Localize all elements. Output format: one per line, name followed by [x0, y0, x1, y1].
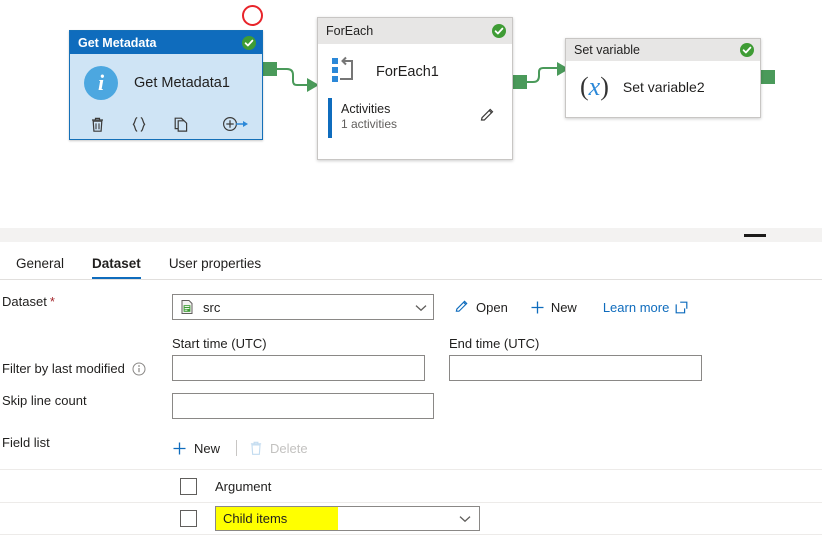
variable-x-icon: (x) — [580, 72, 609, 101]
new-dataset-button[interactable]: New — [530, 300, 577, 315]
dataset-label: Dataset * — [2, 294, 55, 309]
field-list-item-row: Child items — [0, 502, 822, 535]
delete-icon[interactable] — [84, 113, 110, 135]
panel-splitter[interactable] — [0, 228, 822, 242]
node-header: Set variable — [566, 39, 760, 61]
pencil-icon[interactable] — [479, 107, 496, 127]
trash-icon — [249, 440, 263, 456]
row-checkbox[interactable] — [180, 510, 197, 527]
external-link-icon — [675, 301, 688, 314]
open-dataset-button[interactable]: Open — [454, 299, 508, 315]
activity-name: Set variable2 — [622, 79, 705, 95]
dataset-form: Dataset * src Open New Learn more Filter… — [0, 280, 822, 535]
pipeline-canvas[interactable]: Get Metadata i Get Metadata1 ForEach For… — [0, 0, 822, 228]
activities-title: Activities — [341, 102, 391, 116]
add-output-icon[interactable] — [222, 113, 248, 135]
activity-name: ForEach1 — [376, 63, 439, 80]
field-list-label: Field list — [2, 435, 50, 450]
field-list-actions: New Delete — [172, 435, 312, 461]
foreach-activities-card[interactable]: Activities 1 activities — [328, 98, 502, 138]
field-list-new-button[interactable]: New — [172, 441, 224, 456]
plus-icon — [530, 300, 545, 315]
activity-node-get-metadata[interactable]: Get Metadata i Get Metadata1 — [69, 30, 263, 140]
dataset-select[interactable]: src — [172, 294, 434, 320]
chevron-down-icon — [459, 511, 471, 526]
panel-tabs: General Dataset User properties — [0, 242, 822, 280]
end-time-input[interactable] — [449, 355, 702, 381]
collapse-handle[interactable] — [744, 234, 766, 237]
clone-icon[interactable] — [168, 113, 194, 135]
dataset-row: Dataset * src Open New Learn more — [0, 294, 822, 322]
info-icon[interactable] — [132, 362, 146, 376]
node-type-label: ForEach — [326, 24, 374, 38]
dataset-file-icon — [179, 299, 195, 315]
dataset-actions: Open New Learn more — [454, 294, 688, 320]
argument-select[interactable]: Child items — [215, 506, 480, 531]
start-time-label: Start time (UTC) — [172, 336, 267, 351]
annotation-red-circle — [242, 5, 263, 26]
pencil-icon — [454, 299, 470, 315]
tab-general[interactable]: General — [2, 256, 78, 280]
dataset-value: src — [203, 299, 221, 315]
code-braces-icon[interactable] — [126, 113, 152, 135]
output-port-foreach[interactable] — [513, 75, 527, 89]
status-success-icon — [242, 35, 256, 50]
output-port-getmetadata[interactable] — [263, 62, 277, 76]
select-all-checkbox[interactable] — [180, 477, 197, 495]
chevron-down-icon — [415, 300, 427, 315]
status-success-icon — [492, 24, 506, 38]
info-circle-icon: i — [84, 66, 118, 100]
divider — [236, 440, 238, 456]
node-type-label: Get Metadata — [78, 35, 157, 50]
foreach-loop-icon — [332, 56, 358, 87]
required-asterisk: * — [49, 294, 55, 309]
filter-last-modified-row: Filter by last modified Start time (UTC)… — [0, 336, 822, 381]
field-list-row: Field list New Delete — [0, 435, 822, 463]
end-time-group: End time (UTC) — [449, 336, 702, 381]
output-port-setvariable[interactable] — [761, 70, 775, 84]
activity-name: Get Metadata1 — [134, 75, 230, 91]
tab-dataset[interactable]: Dataset — [78, 256, 155, 280]
node-toolbar — [70, 113, 262, 135]
tab-user-properties[interactable]: User properties — [155, 256, 275, 280]
field-list-header-row: Argument — [0, 469, 822, 502]
plus-icon — [172, 441, 187, 456]
skip-line-count-label: Skip line count — [2, 393, 87, 408]
node-type-label: Set variable — [574, 43, 641, 57]
node-header: ForEach — [318, 18, 512, 44]
argument-value: Child items — [216, 507, 338, 530]
start-time-group: Start time (UTC) — [172, 336, 425, 381]
start-time-input[interactable] — [172, 355, 425, 381]
skip-line-count-row: Skip line count — [0, 393, 822, 421]
activity-node-foreach[interactable]: ForEach ForEach1 Activities 1 activities — [317, 17, 513, 160]
learn-more-link[interactable]: Learn more — [603, 300, 688, 315]
node-header: Get Metadata — [70, 31, 262, 54]
status-success-icon — [740, 43, 754, 57]
end-time-label: End time (UTC) — [449, 336, 540, 351]
filter-label: Filter by last modified — [0, 361, 172, 381]
field-list-table: Argument Child items — [0, 469, 822, 535]
activity-properties-panel: General Dataset User properties Dataset *… — [0, 242, 822, 545]
field-list-delete-button: Delete — [249, 440, 312, 456]
activity-node-set-variable[interactable]: Set variable (x) Set variable2 — [565, 38, 761, 118]
argument-column-header: Argument — [215, 478, 272, 494]
skip-line-count-input[interactable] — [172, 393, 434, 419]
activities-count: 1 activities — [341, 117, 398, 131]
